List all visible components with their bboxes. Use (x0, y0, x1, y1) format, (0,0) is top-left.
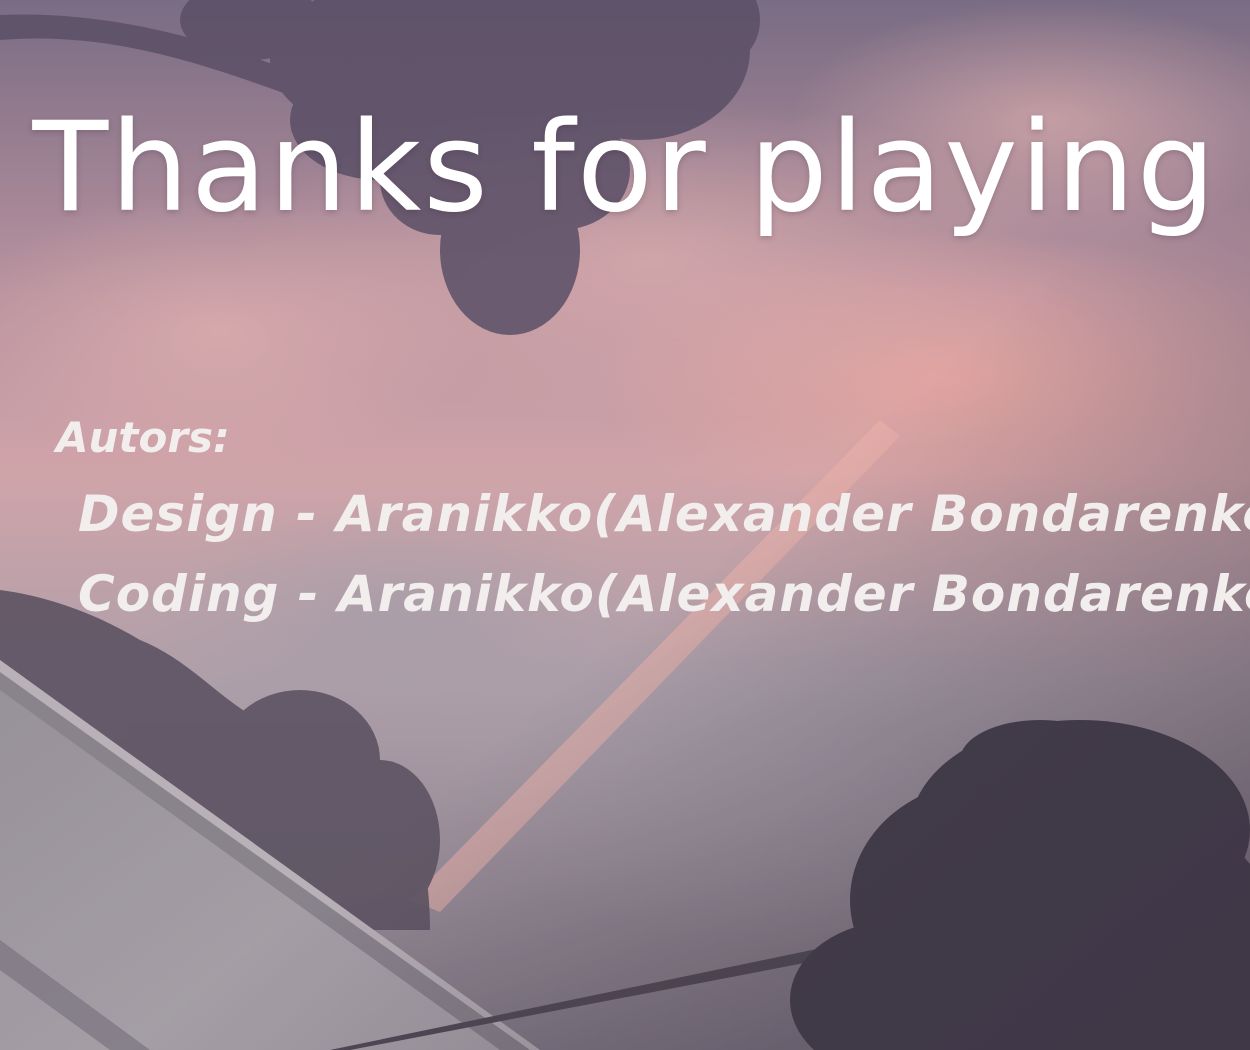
credits-block: Autors: Design - Aranikko(Alexander Bond… (56, 408, 1250, 634)
credit-line-design: Design - Aranikko(Alexander Bondarenko) (78, 485, 1250, 543)
credit-line-coding: Coding - Aranikko(Alexander Bondarenko) (78, 565, 1250, 623)
credits-heading: Autors: (56, 413, 230, 462)
end-credits-screen: Thanks for playing Autors: Design - Aran… (0, 0, 1250, 1050)
thanks-title: Thanks for playing (32, 96, 1218, 240)
